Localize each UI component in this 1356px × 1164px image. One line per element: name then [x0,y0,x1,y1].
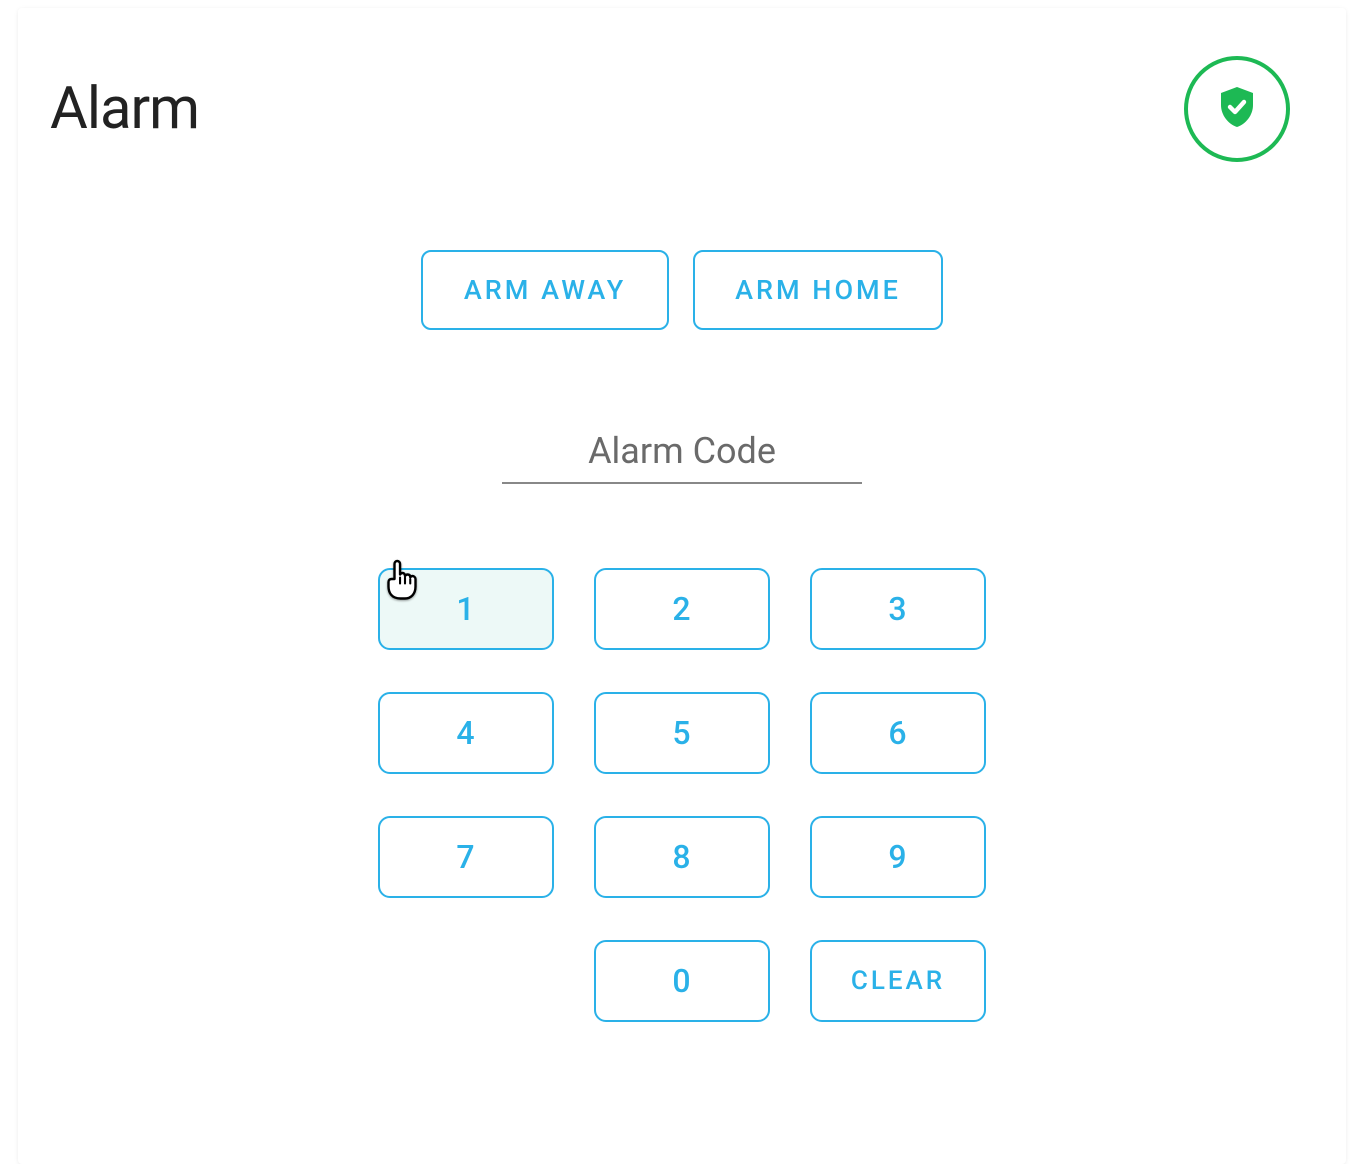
keypad-7-button[interactable]: 7 [378,816,554,898]
arm-button-row: ARM AWAY ARM HOME [18,250,1346,330]
keypad-8-button[interactable]: 8 [594,816,770,898]
keypad-1-button[interactable]: 1 [378,568,554,650]
keypad-6-button[interactable]: 6 [810,692,986,774]
code-input-wrap [18,422,1346,484]
keypad-empty [378,940,554,1022]
keypad: 1 2 3 4 5 6 7 8 9 0 CLEAR [18,568,1346,1022]
status-badge[interactable] [1184,56,1290,162]
shield-check-icon [1213,83,1261,135]
arm-home-button[interactable]: ARM HOME [693,250,943,330]
panel-header: Alarm [18,8,1346,162]
keypad-clear-button[interactable]: CLEAR [810,940,986,1022]
keypad-3-button[interactable]: 3 [810,568,986,650]
arm-away-button[interactable]: ARM AWAY [421,250,669,330]
keypad-9-button[interactable]: 9 [810,816,986,898]
keypad-2-button[interactable]: 2 [594,568,770,650]
keypad-4-button[interactable]: 4 [378,692,554,774]
alarm-code-input[interactable] [502,422,862,484]
keypad-5-button[interactable]: 5 [594,692,770,774]
page-title: Alarm [50,75,199,143]
alarm-panel: Alarm ARM AWAY ARM HOME 1 2 3 4 5 6 7 8 … [18,8,1346,1164]
keypad-0-button[interactable]: 0 [594,940,770,1022]
